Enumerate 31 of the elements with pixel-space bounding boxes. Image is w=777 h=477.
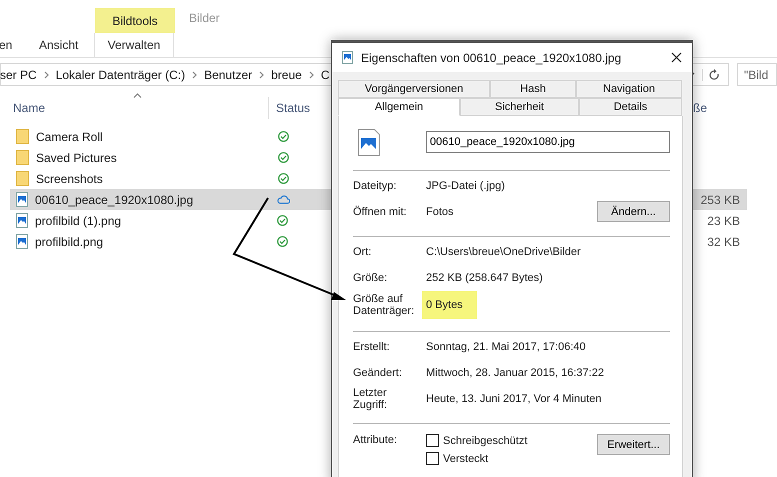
property-label: Erstellt: [353, 340, 391, 352]
checkbox-label: Versteckt [443, 452, 488, 464]
property-label: Größe: [353, 272, 388, 284]
file-name: profilbild (1).png [35, 214, 122, 228]
property-value: Sonntag, 21. Mai 2017, 17:06:40 [426, 340, 586, 354]
context-tab-group: Bildtools [95, 8, 175, 33]
property-label: Größe auf Datenträger: [353, 293, 416, 317]
dialog-title: Eigenschaften von 00610_peace_1920x1080.jpg [361, 50, 622, 64]
property-value: JPG-Datei (.jpg) [426, 178, 505, 194]
window-title: Bilder [189, 10, 220, 24]
property-value: Heute, 13. Juni 2017, Vor 4 Minuten [426, 392, 602, 406]
property-value: Mittwoch, 28. Januar 2015, 16:37:22 [426, 366, 604, 380]
property-value: 252 KB (258.647 Bytes) [426, 270, 543, 286]
property-label: Attribute: [353, 434, 398, 446]
property-label: Ort: [353, 246, 372, 258]
file-name: 00610_peace_1920x1080.jpg [35, 192, 194, 206]
file-size: 253 KB [700, 192, 740, 206]
property-label: Letzter Zugriff: [353, 386, 388, 410]
file-size: 32 KB [707, 234, 740, 248]
file-name: Camera Roll [36, 130, 104, 144]
file-name: profilbild.png [35, 234, 104, 248]
property-label: Dateityp: [353, 180, 398, 192]
property-value: 0 Bytes [422, 291, 477, 319]
file-name: Saved Pictures [36, 150, 118, 164]
checkbox-label: Schreibgeschützt [443, 434, 528, 446]
property-value: C:\Users\breue\OneDrive\Bilder [426, 244, 581, 260]
property-value: Fotos [426, 204, 454, 220]
file-size: 23 KB [707, 214, 740, 228]
file-name: Screenshots [36, 172, 104, 186]
property-label: Geändert: [353, 366, 403, 378]
property-label: Öffnen mit: [353, 206, 408, 218]
